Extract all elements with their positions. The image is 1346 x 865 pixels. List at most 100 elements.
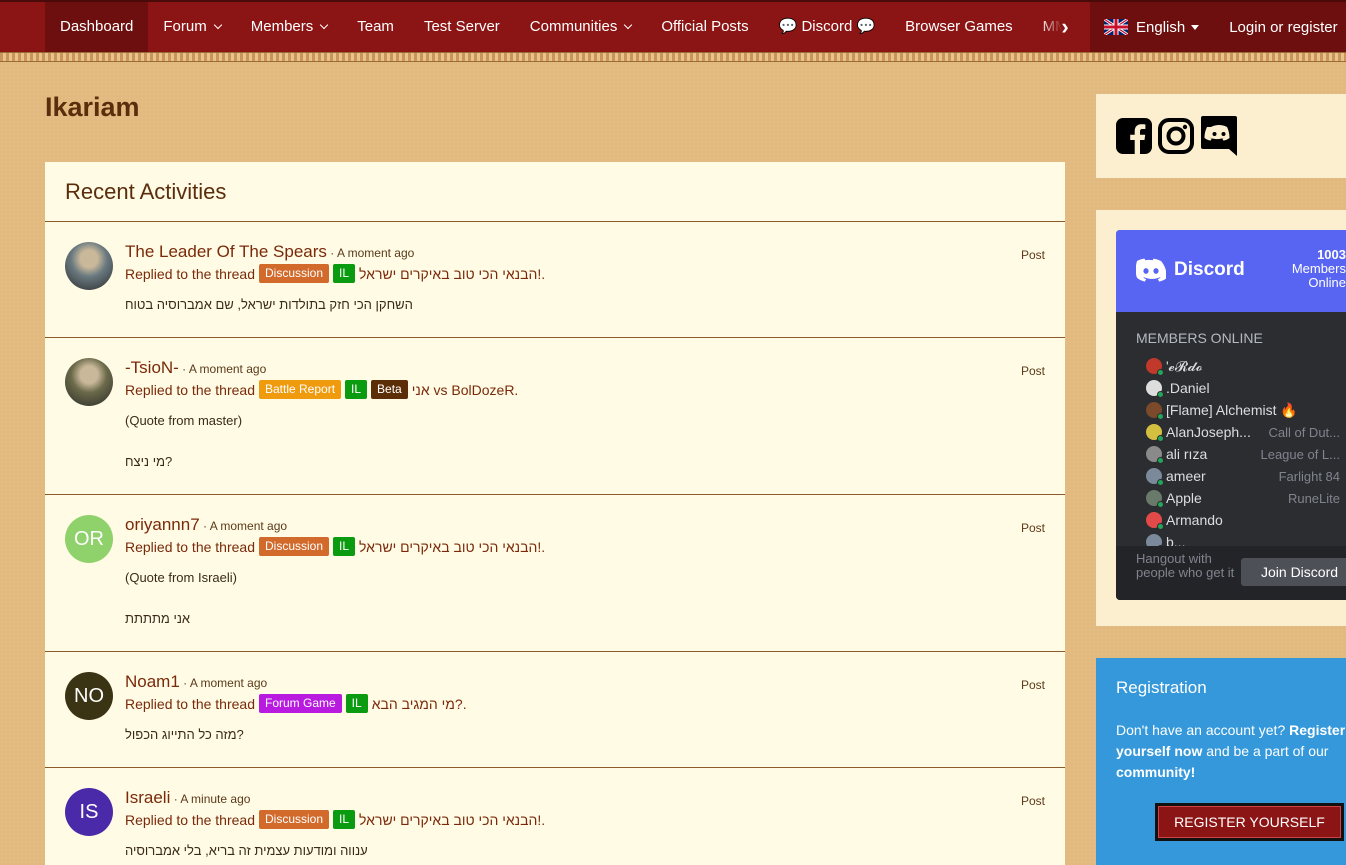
social-links xyxy=(1096,94,1346,178)
discord-footer-text: Hangout with people who get it xyxy=(1136,551,1235,580)
activity-body: -TsioN- · A moment ago Post Replied to the… xyxy=(125,358,1045,469)
discord-member[interactable]: AlanJoseph... Call of Dut... xyxy=(1146,421,1346,443)
activity-type: Post xyxy=(1020,364,1045,378)
online-status-icon xyxy=(1157,523,1164,530)
page-title: Ikariam xyxy=(45,92,140,122)
user-name[interactable]: Israeli xyxy=(125,788,170,807)
nav-item-5[interactable]: Communities xyxy=(515,2,647,52)
member-avatar xyxy=(1146,380,1164,398)
activity-excerpt: (Quote from master) xyxy=(125,413,243,428)
avatar[interactable]: IS xyxy=(65,788,113,836)
discord-member[interactable]: ameer Farlight 84 xyxy=(1146,465,1346,487)
timestamp-sep: · xyxy=(170,792,181,806)
nav-item-label: Dashboard xyxy=(60,18,134,35)
discord-widget-footer: Hangout with people who get it Join Disc… xyxy=(1116,546,1346,600)
activity-header: Noam1 · A moment ago xyxy=(125,672,1045,692)
menu-scroll-right-icon[interactable]: › xyxy=(1040,2,1090,52)
nav-item-label: Members xyxy=(250,18,314,35)
nav-item-6[interactable]: Official Posts xyxy=(646,2,763,52)
language-selector[interactable]: English xyxy=(1090,19,1200,36)
avatar[interactable] xyxy=(65,358,113,406)
action-text: Replied to the thread xyxy=(125,695,255,712)
activity-list: The Leader Of The Spears · A moment ago P… xyxy=(45,222,1065,865)
discord-member[interactable]: ali rıza League of L... xyxy=(1146,443,1346,465)
nav-item-7[interactable]: 💬 Discord 💬 xyxy=(764,2,891,52)
activity-header: -TsioN- · A moment ago xyxy=(125,358,1045,378)
nav-item-4[interactable]: Test Server xyxy=(409,2,515,52)
thread-badge: Discussion xyxy=(258,537,330,556)
activity-item: -TsioN- · A moment ago Post Replied to the… xyxy=(45,338,1065,495)
activity-type: Post xyxy=(1020,521,1045,535)
timestamp: A moment ago xyxy=(188,362,267,376)
discord-widget: Discord 1003 Members Online MEMBERS ONLI… xyxy=(1116,230,1346,600)
nav-item-label: Test Server xyxy=(423,18,500,35)
thread-link[interactable]: הבנאי הכי טוב באיקרים ישראל!. xyxy=(359,539,545,555)
action-text: Replied to the thread xyxy=(125,381,255,398)
panel-title: Recent Activities xyxy=(45,162,1065,222)
nav-item-0[interactable]: Dashboard xyxy=(45,2,149,52)
online-status-icon xyxy=(1157,369,1164,376)
avatar[interactable] xyxy=(65,242,113,290)
join-discord-button[interactable]: Join Discord xyxy=(1241,558,1346,586)
activity-item: NO Noam1 · A moment ago Post Replied to the… xyxy=(45,652,1065,768)
discord-member[interactable]: Armando xyxy=(1146,509,1346,531)
discord-brand: Discord xyxy=(1174,259,1245,280)
nav-item-1[interactable]: Forum xyxy=(148,2,235,52)
member-game: League of L... xyxy=(1260,446,1340,462)
online-count-label2: Online xyxy=(1308,275,1346,290)
activity-excerpt: (Quote from Israeli) xyxy=(125,570,237,585)
recent-activities-panel: Recent Activities The Leader Of The Spea… xyxy=(45,162,1065,865)
activity-item: The Leader Of The Spears · A moment ago P… xyxy=(45,222,1065,338)
activity-body: Noam1 · A moment ago Post Replied to the t… xyxy=(125,672,1045,742)
discord-member[interactable]: .Daniel xyxy=(1146,377,1346,399)
thread-link[interactable]: הבנאי הכי טוב באיקרים ישראל!. xyxy=(359,266,545,282)
user-name[interactable]: oriyannn7 xyxy=(125,515,200,534)
discord-member[interactable]: Apple RuneLite xyxy=(1146,487,1346,509)
timestamp: A moment ago xyxy=(189,676,268,690)
discord-member[interactable]: '𝓮𝓡𝓭𝓸 xyxy=(1146,355,1346,377)
member-avatar xyxy=(1146,424,1164,442)
instagram-icon[interactable] xyxy=(1157,117,1195,155)
discord-member[interactable]: [Flame] Alchemist 🔥 xyxy=(1146,399,1346,421)
nav-item-3[interactable]: Team xyxy=(342,2,409,52)
member-avatar xyxy=(1146,446,1164,464)
facebook-icon[interactable] xyxy=(1115,117,1153,155)
action-text: Replied to the thread xyxy=(125,538,255,555)
thread-link[interactable]: הבנאי הכי טוב באיקרים ישראל!. xyxy=(359,812,545,828)
activity-type: Post xyxy=(1020,248,1045,262)
caret-down-icon xyxy=(1191,24,1200,30)
avatar[interactable]: OR xyxy=(65,515,113,563)
discord-widget-header: Discord 1003 Members Online xyxy=(1116,230,1346,312)
chevron-down-icon xyxy=(213,20,222,30)
thread-badge: IL xyxy=(333,537,356,556)
discord-logo[interactable]: Discord xyxy=(1136,258,1245,282)
timestamp-sep: · xyxy=(199,519,210,533)
timestamp: A moment ago xyxy=(336,246,415,260)
thread-badge: IL xyxy=(333,810,356,829)
timestamp: A moment ago xyxy=(209,519,288,533)
activity-type: Post xyxy=(1020,678,1045,692)
members-online-title: MEMBERS ONLINE xyxy=(1136,330,1263,346)
discord-icon[interactable] xyxy=(1199,114,1239,158)
reg-text-part2: and be a part of our xyxy=(1202,743,1329,759)
user-name[interactable]: The Leader Of The Spears xyxy=(125,242,327,261)
login-register-link[interactable]: Login or register xyxy=(1229,19,1337,36)
thread-badge: IL xyxy=(333,264,356,283)
nav-item-8[interactable]: Browser Games xyxy=(890,2,1028,52)
avatar[interactable]: NO xyxy=(65,672,113,720)
nav-item-2[interactable]: Members xyxy=(236,2,343,52)
member-avatar xyxy=(1146,358,1164,376)
register-button[interactable]: REGISTER YOURSELF xyxy=(1155,803,1344,841)
registration-box: Registration Don't have an account yet? … xyxy=(1096,658,1346,865)
member-avatar xyxy=(1146,468,1164,486)
member-game: Farlight 84 xyxy=(1278,468,1340,484)
online-status-icon xyxy=(1157,501,1164,508)
online-status-icon xyxy=(1157,391,1164,398)
thread-badge: Discussion xyxy=(258,810,330,829)
user-name[interactable]: -TsioN- xyxy=(125,358,179,377)
action-text: Replied to the thread xyxy=(125,265,255,282)
thread-link[interactable]: אני vs BolDozeR. xyxy=(412,382,519,398)
user-name[interactable]: Noam1 xyxy=(125,672,180,691)
thread-link[interactable]: מי המגיב הבא?. xyxy=(372,696,467,712)
activity-action-line: Replied to the thread Battle Report IL Beta… xyxy=(125,380,1045,399)
